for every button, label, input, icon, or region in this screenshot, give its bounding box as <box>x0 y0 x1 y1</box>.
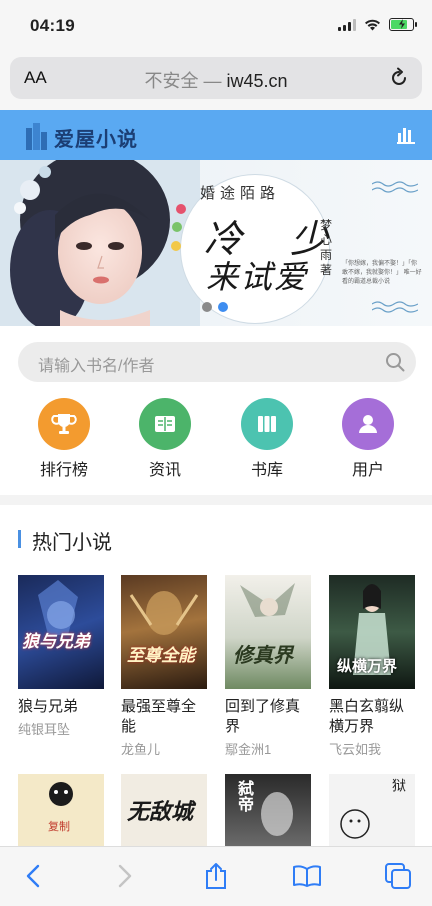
chevron-right-icon <box>118 864 132 888</box>
wifi-icon <box>365 19 380 30</box>
status-bar: 04:19 <box>0 0 432 54</box>
banner-dot <box>176 204 186 214</box>
address-bar[interactable]: AA 不安全 — iw45.cn <box>10 57 422 99</box>
section-title: 热门小说 <box>32 532 112 554</box>
nav-item-news[interactable]: 资讯 <box>125 398 205 480</box>
book-cover[interactable]: 狼与兄弟 <box>18 575 104 689</box>
book-card[interactable]: 狼与兄弟 狼与兄弟 纯银耳坠 <box>18 575 106 738</box>
nav-label-library: 书库 <box>250 462 283 479</box>
book-card[interactable]: 修真界 回到了修真界 鄢金洲1 <box>225 575 313 758</box>
nav-label-ranking: 排行榜 <box>39 462 88 479</box>
insecure-label: 不安全 — <box>144 71 222 91</box>
book-cover-title: 无敌城 <box>127 799 194 825</box>
book-cover[interactable]: 狱 <box>329 774 415 846</box>
banner-dot <box>218 302 228 312</box>
banner-wave-decoration <box>372 301 418 313</box>
book-icon <box>293 865 321 887</box>
menu-icon[interactable] <box>396 125 416 145</box>
nav-item-ranking[interactable]: 排行榜 <box>24 398 104 480</box>
back-button[interactable] <box>18 861 48 891</box>
book-title: 黑白玄翦纵横万界 <box>329 698 405 735</box>
book-cover[interactable]: 至尊全能 <box>121 575 207 689</box>
tabs-button[interactable] <box>383 861 413 891</box>
book-cover[interactable]: 复制 <box>18 774 104 846</box>
site-header: 爱屋小说 <box>0 110 432 160</box>
book-cover-title: 至尊全能 <box>127 646 195 665</box>
book-cover[interactable]: 修真界 <box>225 575 311 689</box>
book-cover-title: 狱 <box>391 778 407 792</box>
book-title: 最强至尊全能 <box>121 698 197 735</box>
share-icon <box>206 863 226 889</box>
chevron-left-icon <box>26 864 40 888</box>
trophy-icon <box>38 398 90 450</box>
browser-address-area: AA 不安全 — iw45.cn <box>0 54 432 110</box>
share-button[interactable] <box>201 861 231 891</box>
promo-banner[interactable]: 婚途陌路 冷 少 来试爱 梦心雨著 「你想嫁，我偏不娶！」「你敢不嫁，我就娶你！… <box>0 160 432 326</box>
reload-icon[interactable] <box>388 67 410 89</box>
status-icons <box>338 18 417 31</box>
bookmarks-button[interactable] <box>292 861 322 891</box>
book-cover[interactable]: 纵横万界 <box>329 575 415 689</box>
book-card[interactable]: 至尊全能 最强至尊全能 龙鱼儿 <box>121 575 209 758</box>
browser-toolbar <box>0 846 432 906</box>
book-cover-title: 复制 <box>48 821 70 833</box>
cellular-signal-icon <box>338 18 356 31</box>
book-card[interactable]: 纵横万界 黑白玄翦纵横万界 飞云如我 <box>329 575 417 758</box>
banner-girl-illustration <box>0 160 200 326</box>
user-icon <box>342 398 394 450</box>
book-author: 纯银耳坠 <box>18 722 71 737</box>
banner-dot <box>171 241 181 251</box>
banner-tagline: 「你想嫁，我偏不娶！」「你敢不嫁，我就娶你！」 唯一好看的霸道总裁小说 <box>342 261 422 285</box>
book-cover[interactable]: 弑帝 <box>225 774 311 846</box>
banner-headline-line2: 来试爱 <box>206 258 309 296</box>
book-title: 狼与兄弟 <box>18 698 79 715</box>
battery-icon <box>389 18 417 31</box>
book-cover-title: 狼与兄弟 <box>22 632 90 651</box>
banner-dot <box>202 302 212 312</box>
site-logo-icon[interactable] <box>24 120 50 152</box>
book-cover-title: 弑帝 <box>235 780 252 812</box>
book-author: 龙鱼儿 <box>121 742 161 757</box>
book-open-icon <box>139 398 191 450</box>
library-icon <box>241 398 293 450</box>
banner-wave-decoration <box>372 181 418 193</box>
book-title: 回到了修真界 <box>225 698 301 735</box>
url-domain: iw45.cn <box>226 71 288 91</box>
tabs-icon <box>385 863 411 889</box>
search-icon[interactable] <box>384 351 406 373</box>
nav-label-news: 资讯 <box>148 462 181 479</box>
section-accent-bar <box>18 530 21 548</box>
book-author: 飞云如我 <box>329 742 382 757</box>
url-display[interactable]: 不安全 — iw45.cn <box>10 67 422 93</box>
search-placeholder: 请输入书名/作者 <box>38 358 155 375</box>
forward-button[interactable] <box>110 861 140 891</box>
book-cover[interactable]: 无敌城 <box>121 774 207 846</box>
search-input[interactable]: 请输入书名/作者 <box>18 342 416 382</box>
book-cover-title: 修真界 <box>233 645 293 667</box>
status-time: 04:19 <box>30 16 75 35</box>
nav-item-library[interactable]: 书库 <box>227 398 307 480</box>
book-cover-title: 纵横万界 <box>337 658 398 675</box>
section-divider <box>0 495 432 505</box>
book-author: 鄢金洲1 <box>225 742 272 757</box>
site-title[interactable]: 爱屋小说 <box>54 123 138 152</box>
banner-author: 梦心雨著 <box>319 218 332 277</box>
banner-dot <box>172 222 182 232</box>
nav-item-user[interactable]: 用户 <box>328 398 408 480</box>
banner-subtitle: 婚途陌路 <box>200 184 281 202</box>
nav-label-user: 用户 <box>351 462 384 479</box>
